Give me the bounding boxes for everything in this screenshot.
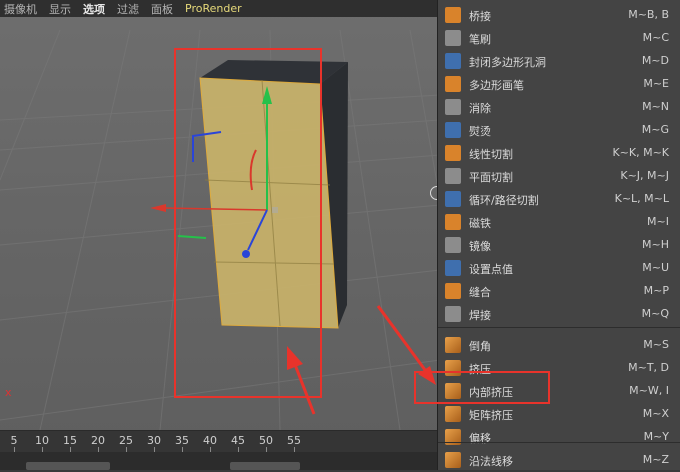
annotation-arrows [287, 305, 436, 415]
